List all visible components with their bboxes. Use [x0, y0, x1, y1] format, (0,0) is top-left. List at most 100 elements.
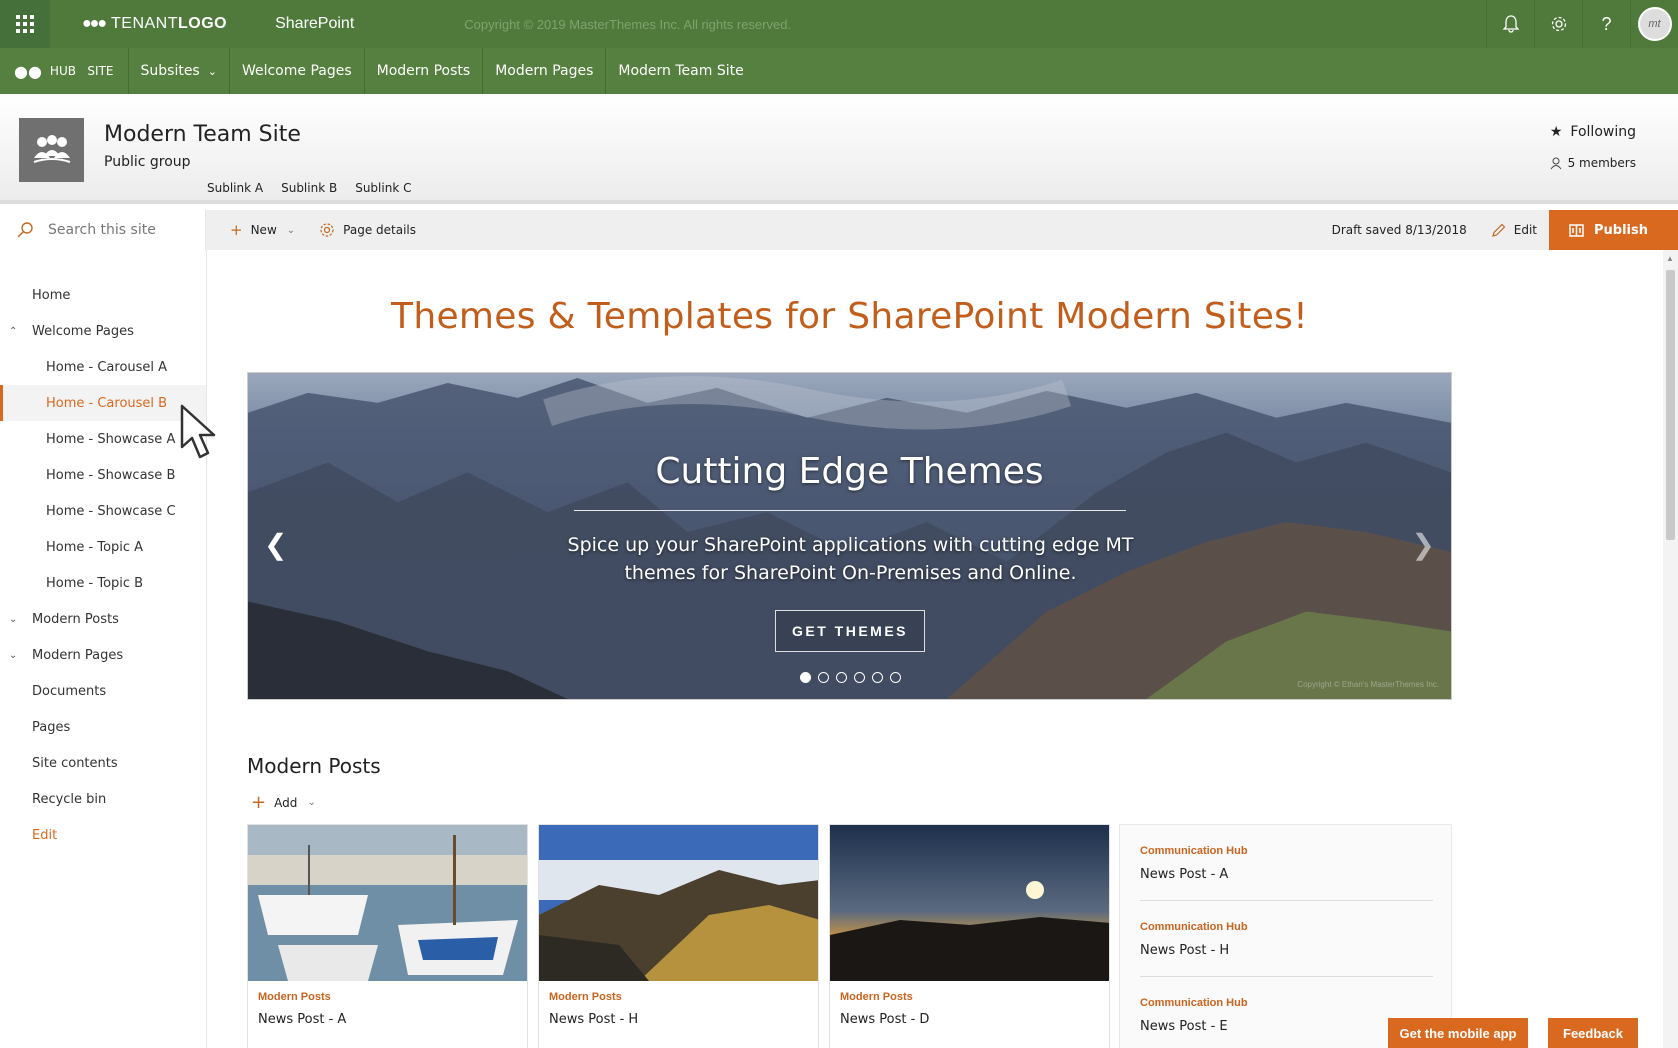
hub-nav-modern-pages[interactable]: Modern Pages — [483, 48, 607, 94]
gear-icon — [320, 223, 334, 237]
nav-item-documents[interactable]: Documents — [0, 673, 206, 709]
suite-copyright: Copyright © 2019 MasterThemes Inc. All r… — [464, 16, 792, 32]
nav-item-home-showcase-c[interactable]: Home - Showcase C — [0, 493, 206, 529]
page-scrollbar[interactable]: ▲ — [1663, 250, 1678, 1048]
hub-nav-label: Subsites — [140, 63, 200, 79]
news-list-category: Communication Hub — [1140, 921, 1248, 933]
news-card-title: News Post - D — [840, 1012, 930, 1027]
people-icon: ●●● — [82, 15, 107, 32]
carousel-dot[interactable] — [890, 672, 901, 683]
news-list-title: News Post - E — [1140, 1019, 1228, 1034]
person-icon — [1550, 157, 1562, 169]
nav-item-home-showcase-a[interactable]: Home - Showcase A — [0, 421, 206, 457]
nav-item-pages[interactable]: Pages — [0, 709, 206, 745]
nav-item-label: Home - Carousel A — [46, 359, 168, 375]
chevron-right-icon[interactable]: ❯ — [1412, 528, 1435, 561]
settings-button[interactable] — [1534, 0, 1582, 48]
nav-edit-link[interactable]: Edit — [0, 817, 206, 853]
search-box[interactable]: Search this site — [0, 210, 206, 250]
nav-item-site-contents[interactable]: Site contents — [0, 745, 206, 781]
tenant-logo-light: TENANT — [111, 15, 178, 32]
tenant-logo-bold: LOGO — [178, 15, 228, 32]
nav-item-home[interactable]: Home — [0, 277, 206, 313]
waffle-icon — [16, 15, 34, 33]
news-card[interactable]: Modern Posts News Post - H — [538, 824, 819, 1048]
site-subtitle: Public group — [104, 154, 191, 170]
help-button[interactable]: ? — [1582, 0, 1630, 48]
hub-nav-modern-posts[interactable]: Modern Posts — [365, 48, 484, 94]
profile-button[interactable]: mt — [1630, 0, 1678, 48]
news-list: Communication Hub News Post - A Communic… — [1119, 824, 1452, 1048]
carousel-dot[interactable] — [872, 672, 883, 683]
nav-item-home-carousel-a[interactable]: Home - Carousel A — [0, 349, 206, 385]
nav-item-modern-posts[interactable]: ⌄ Modern Posts — [0, 601, 206, 637]
hub-nav-label: Modern Posts — [376, 63, 471, 79]
hub-brand-b: SITE — [87, 64, 114, 78]
news-list-category: Communication Hub — [1140, 845, 1248, 857]
notifications-button[interactable] — [1486, 0, 1534, 48]
news-card[interactable]: Modern Posts News Post - D — [829, 824, 1110, 1048]
news-card-image — [248, 825, 527, 981]
nav-item-home-topic-b[interactable]: Home - Topic B — [0, 565, 206, 601]
news-list-item[interactable]: Communication Hub News Post - H — [1140, 907, 1433, 977]
news-card-image — [539, 825, 818, 981]
carousel-dot[interactable] — [854, 672, 865, 683]
nav-item-recycle-bin[interactable]: Recycle bin — [0, 781, 206, 817]
publish-button[interactable]: Publish — [1549, 210, 1678, 250]
hub-nav-modern-team-site[interactable]: Modern Team Site — [606, 48, 755, 94]
tenant-logo[interactable]: ●●● TENANT LOGO — [82, 15, 227, 33]
get-themes-button[interactable]: GET THEMES — [775, 610, 925, 652]
nav-item-home-topic-a[interactable]: Home - Topic A — [0, 529, 206, 565]
nav-item-label: Recycle bin — [32, 791, 107, 807]
members-button[interactable]: 5 members — [1550, 156, 1636, 170]
nav-item-label: Documents — [32, 683, 107, 699]
avatar: mt — [1637, 7, 1672, 41]
hub-nav-label: Modern Team Site — [618, 63, 744, 79]
app-launcher-button[interactable] — [0, 0, 50, 48]
star-icon: ★ — [1549, 124, 1563, 140]
nav-item-modern-pages[interactable]: ⌄ Modern Pages — [0, 637, 206, 673]
page-details-button[interactable]: Page details — [307, 210, 428, 250]
hub-site-brand[interactable]: ●● HUB SITE — [0, 48, 129, 94]
nav-item-label: Modern Pages — [32, 647, 124, 663]
nav-item-label: Home - Showcase C — [46, 503, 176, 519]
site-title[interactable]: Modern Team Site — [104, 122, 301, 147]
bell-icon — [1502, 15, 1519, 33]
chevron-up-icon[interactable]: ⌃ — [9, 326, 17, 337]
get-mobile-app-button[interactable]: Get the mobile app — [1388, 1018, 1528, 1048]
scrollbar-thumb[interactable] — [1666, 270, 1675, 540]
hero-carousel: Cutting Edge Themes Spice up your ShareP… — [247, 372, 1452, 700]
members-label: 5 members — [1567, 156, 1636, 170]
hub-people-icon: ●● — [14, 61, 42, 81]
feedback-button[interactable]: Feedback — [1548, 1018, 1638, 1048]
nav-item-home-showcase-b[interactable]: Home - Showcase B — [0, 457, 206, 493]
plus-icon: + — [251, 792, 267, 813]
follow-button[interactable]: ★ Following — [1550, 124, 1636, 140]
carousel-dot[interactable] — [818, 672, 829, 683]
scroll-up-icon[interactable]: ▲ — [1666, 254, 1674, 263]
new-button[interactable]: + New ⌄ — [206, 210, 307, 250]
carousel-dot[interactable] — [800, 672, 811, 683]
news-card[interactable]: Modern Posts News Post - A — [247, 824, 528, 1048]
hub-nav-subsites[interactable]: Subsites ⌄ — [129, 48, 230, 94]
chevron-down-icon[interactable]: ⌄ — [9, 614, 17, 625]
app-name[interactable]: SharePoint — [275, 15, 354, 33]
site-logo[interactable] — [19, 118, 84, 182]
news-card-category: Modern Posts — [840, 991, 913, 1003]
chevron-left-icon[interactable]: ❮ — [264, 528, 287, 561]
edit-button[interactable]: Edit — [1479, 210, 1549, 250]
edit-label: Edit — [1513, 223, 1537, 237]
nav-item-home-carousel-b[interactable]: Home - Carousel B — [0, 385, 206, 421]
nav-item-welcome-pages[interactable]: ⌃ Welcome Pages — [0, 313, 206, 349]
sublink-a[interactable]: Sublink A — [207, 181, 263, 195]
publish-label: Publish — [1594, 222, 1648, 238]
news-list-item[interactable]: Communication Hub News Post - A — [1140, 831, 1433, 901]
add-news-button[interactable]: + Add ⌄ — [251, 792, 316, 813]
carousel-dot[interactable] — [836, 672, 847, 683]
chevron-down-icon[interactable]: ⌄ — [9, 650, 17, 661]
sublink-b[interactable]: Sublink B — [281, 181, 337, 195]
hub-nav-welcome-pages[interactable]: Welcome Pages — [230, 48, 365, 94]
plus-icon: + — [230, 221, 243, 239]
sublink-c[interactable]: Sublink C — [355, 181, 411, 195]
carousel-text: Spice up your SharePoint applications wi… — [567, 534, 1134, 584]
